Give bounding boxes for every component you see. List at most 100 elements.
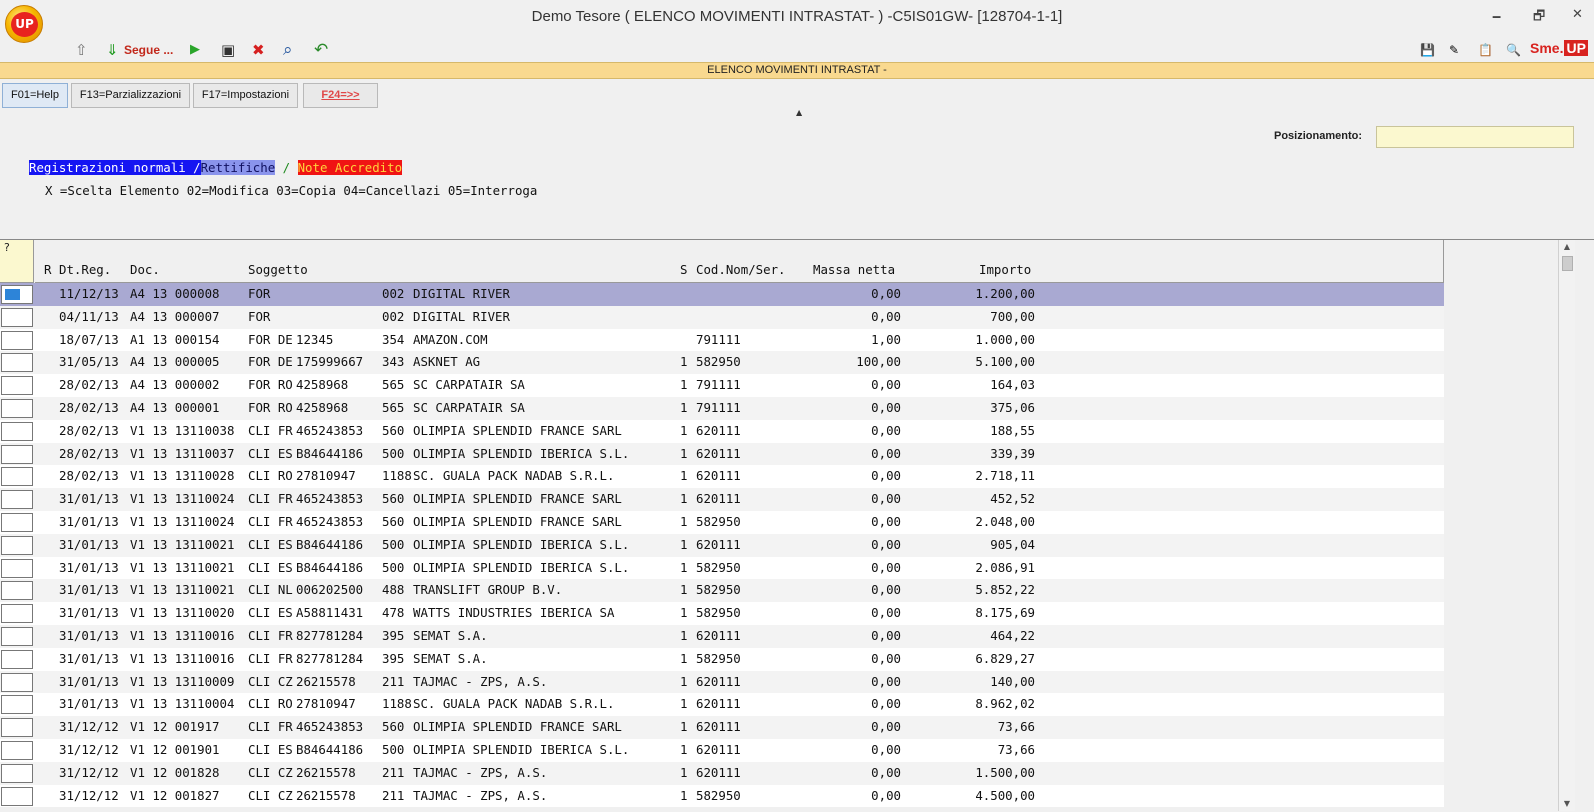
row-select-field[interactable] [1, 558, 33, 578]
arrow-up-icon[interactable]: ⇧ [75, 40, 88, 60]
f17-impostazioni-button[interactable]: F17=Impostazioni [193, 83, 298, 108]
row-select-field[interactable] [1, 444, 33, 464]
f01-help-button[interactable]: F01=Help [2, 83, 68, 108]
restore-button[interactable]: 🗗 [1533, 7, 1545, 29]
positioning-input[interactable] [1376, 126, 1574, 148]
row-select-field[interactable] [1, 604, 33, 624]
row-select-field[interactable] [1, 330, 33, 350]
table-row[interactable]: 28/02/13 A4 13 000001 FOR RO 4258968 565 SC C… [0, 396, 1444, 420]
table-row[interactable]: 31/01/13 V1 13 13110021 CLI ES B84644186 500… [0, 533, 1444, 557]
row-select-field[interactable] [1, 718, 33, 738]
header-dtreg[interactable]: Dt.Reg. [59, 262, 111, 277]
back-icon[interactable]: ↶ [314, 40, 328, 60]
minimize-button[interactable]: 🗕 [1492, 7, 1501, 29]
table-row[interactable]: 31/01/13 V1 13 13110020 CLI ES A58811431 478… [0, 602, 1444, 625]
row-select-field[interactable] [1, 376, 33, 396]
f24-more-button[interactable]: F24=>> [303, 83, 378, 108]
row-select-field[interactable] [1, 649, 33, 669]
cell-code: 560 [382, 719, 405, 735]
clipboard-icon[interactable]: 📋 [1478, 40, 1493, 60]
cell-code: 343 [382, 354, 405, 370]
cell-dtreg: 31/12/12 [59, 787, 119, 803]
row-select-field[interactable] [1, 307, 33, 327]
header-importo[interactable]: Importo [979, 262, 1031, 277]
f13-parzializzazioni-button[interactable]: F13=Parzializzazioni [71, 83, 190, 108]
header-s[interactable]: S [680, 262, 687, 277]
table-row[interactable]: 31/01/13 V1 13 13110024 CLI FR 465243853 560… [0, 488, 1444, 511]
row-select-field[interactable] [1, 398, 33, 418]
table-row[interactable]: 28/02/13 V1 13 13110038 CLI FR 465243853 560… [0, 419, 1444, 443]
close-window-button[interactable]: ✕ [1572, 7, 1583, 22]
table-row[interactable]: 31/01/13 V1 13 13110016 CLI FR 827781284 395… [0, 624, 1444, 648]
select-column-header[interactable]: ? [0, 240, 34, 283]
header-massa[interactable]: Massa netta [813, 262, 895, 277]
vertical-scrollbar[interactable]: ▲ ▼ [1558, 240, 1575, 811]
cell-s: 1 [680, 719, 688, 735]
table-row[interactable]: 31/12/12 V1 12 001828 CLI CZ 26215578 211 TAJ… [0, 761, 1444, 785]
row-select-field[interactable] [1, 763, 33, 783]
cell-partita-iva: B84644186 [296, 536, 364, 552]
cell-code: 500 [382, 559, 405, 575]
table-row[interactable]: 31/05/13 A4 13 000005 FOR DE 175999667 343 AS… [0, 351, 1444, 375]
table-row[interactable]: 31/12/12 V1 12 001917 CLI FR 465243853 560 OL… [0, 716, 1444, 739]
cell-name: DIGITAL RIVER [413, 308, 510, 324]
row-select-field[interactable] [1, 626, 33, 646]
table-row[interactable]: 31/01/13 V1 13 13110021 CLI NL 006202500 488… [0, 579, 1444, 603]
row-select-field[interactable] [1, 467, 33, 487]
table-row[interactable]: 31/12/12 V1 12 001827 CLI CZ 26215578 211 TAJ… [0, 784, 1444, 808]
row-select-field[interactable] [1, 581, 33, 601]
cell-massa: 0,00 [871, 650, 901, 666]
collapse-caret-icon[interactable]: ▲ [796, 108, 802, 117]
cell-doc: V1 13 13110021 [130, 582, 235, 598]
table-row[interactable]: 28/02/13 V1 13 13110028 CLI RO 27810947 1188… [0, 465, 1444, 489]
cell-dtreg: 31/01/13 [59, 605, 119, 621]
table-row[interactable]: 04/11/13 A4 13 000007 FOR 002 DIGITAL RIVER 0… [0, 305, 1444, 329]
cell-code: 560 [382, 513, 405, 529]
table-row[interactable]: 31/01/13 V1 13 13110024 CLI FR 465243853 560… [0, 510, 1444, 534]
header-codnom[interactable]: Cod.Nom/Ser. [696, 262, 786, 277]
row-select-field[interactable] [1, 421, 33, 441]
cancel-icon[interactable]: ✖ [252, 40, 265, 60]
row-select-field[interactable] [1, 786, 33, 806]
table-row[interactable]: 18/07/13 A1 13 000154 FOR DE 12345 354 AMAZON… [0, 328, 1444, 352]
cell-name: OLIMPIA SPLENDID FRANCE SARL [413, 513, 622, 529]
magnifier-icon[interactable]: 🔍 [1506, 40, 1521, 60]
row-select-field[interactable] [1, 672, 33, 692]
cell-name: SC. GUALA PACK NADAB S.R.L. [413, 468, 615, 484]
search-icon[interactable]: ⌕ [283, 40, 293, 60]
table-row[interactable]: 28/02/13 V1 13 13110037 CLI ES B84644186 500… [0, 442, 1444, 466]
play-icon[interactable]: ▶ [190, 40, 200, 60]
scroll-thumb[interactable] [1562, 256, 1573, 271]
cell-codnom: 582950 [696, 787, 741, 803]
table-row[interactable]: 31/12/12 V1 12 001901 CLI ES B84644186 500 OL… [0, 738, 1444, 762]
row-select-field[interactable] [1, 490, 33, 510]
arrow-down-icon[interactable]: ⇓ [106, 40, 119, 60]
row-select-field[interactable] [1, 285, 33, 304]
table-row[interactable]: 31/01/13 V1 13 13110016 CLI FR 827781284 395… [0, 647, 1444, 671]
table-row[interactable]: 31/01/13 V1 13 13110009 CLI CZ 26215578 211 T… [0, 670, 1444, 694]
row-select-field[interactable] [1, 535, 33, 555]
save-icon[interactable]: 💾 [1420, 40, 1435, 60]
movements-table: ? R Dt.Reg. Doc. Soggetto S Cod.Nom/Ser.… [0, 239, 1594, 811]
row-select-field[interactable] [1, 695, 33, 715]
scroll-up-icon[interactable]: ▲ [1559, 240, 1575, 254]
header-doc[interactable]: Doc. [130, 262, 160, 277]
header-r[interactable]: R [44, 262, 51, 277]
cell-dtreg: 28/02/13 [59, 377, 119, 393]
header-soggetto[interactable]: Soggetto [248, 262, 308, 277]
screen-icon[interactable]: ▣ [221, 40, 235, 60]
row-select-field[interactable] [1, 740, 33, 760]
row-select-field[interactable] [1, 353, 33, 373]
table-row[interactable]: 11/12/13 A4 13 000008 FOR 002 DIGITAL RIVER 0… [0, 283, 1444, 306]
options-line: X =Scelta Elemento 02=Modifica 03=Copia … [45, 183, 538, 198]
cell-soggetto: CLI FR [248, 650, 293, 666]
scroll-down-icon[interactable]: ▼ [1559, 797, 1575, 811]
segue-button[interactable]: Segue ... [124, 40, 173, 60]
table-row[interactable]: 31/01/13 V1 13 13110004 CLI RO 27810947 1188… [0, 693, 1444, 717]
edit-icon[interactable]: ✎ [1449, 40, 1459, 60]
table-row[interactable]: 31/01/13 V1 13 13110021 CLI ES B84644186 500… [0, 556, 1444, 580]
cell-soggetto: FOR [248, 308, 271, 324]
table-row[interactable]: 28/02/13 A4 13 000002 FOR RO 4258968 565 SC C… [0, 374, 1444, 397]
cell-s: 1 [680, 673, 688, 689]
row-select-field[interactable] [1, 512, 33, 532]
